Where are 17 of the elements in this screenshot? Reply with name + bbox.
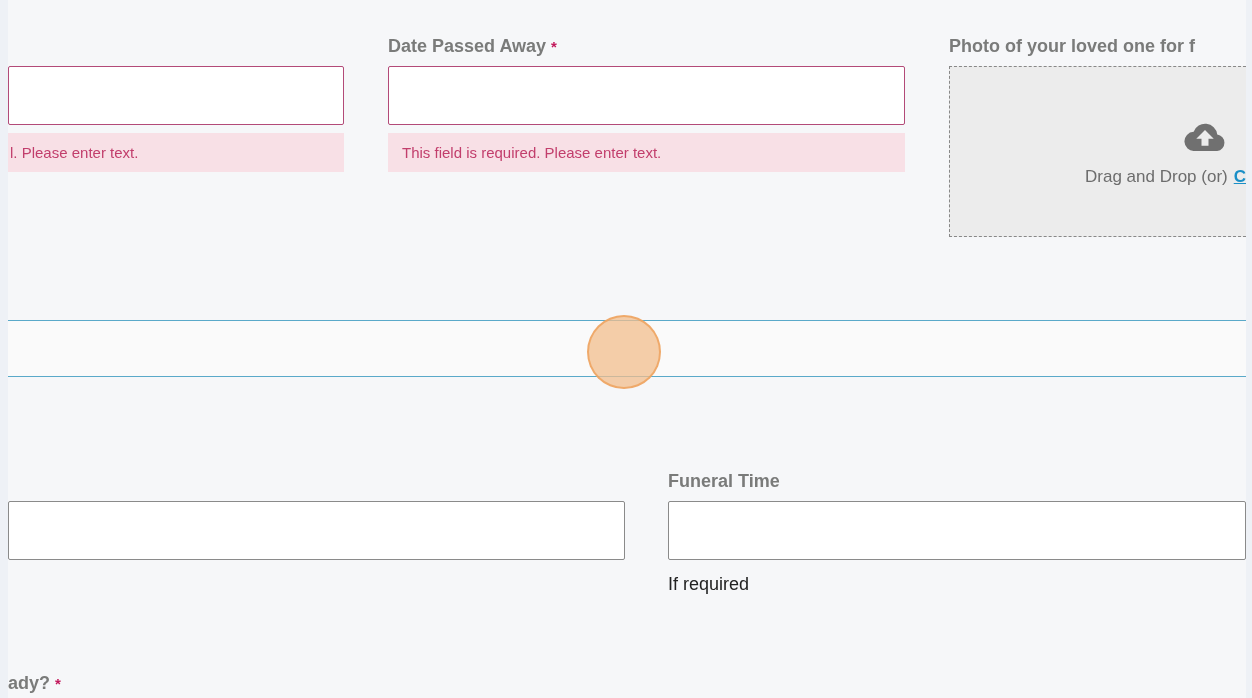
error-message: This field is required. Please enter text. <box>388 133 905 172</box>
required-mark: * <box>551 38 557 55</box>
text-field[interactable] <box>8 66 344 125</box>
text-field[interactable] <box>388 66 905 125</box>
choose-file-link[interactable]: C <box>1233 166 1246 187</box>
drop-zone[interactable]: Drag and Drop (or) C <box>949 66 1246 237</box>
field-label: Photo of your loved one for f <box>949 36 1195 57</box>
drop-prompt: Drag and Drop (or) <box>1085 166 1228 187</box>
cloud-upload-icon <box>1184 122 1226 151</box>
help-text: If required <box>668 574 751 595</box>
text-field[interactable] <box>8 501 625 560</box>
required-mark: * <box>55 675 61 692</box>
error-message: l. Please enter text. <box>8 133 344 172</box>
field-label: Funeral Time <box>668 471 780 492</box>
question-label: ady? <box>8 673 50 694</box>
field-label: Date Passed Away <box>388 36 547 57</box>
text-field[interactable] <box>668 501 1246 560</box>
